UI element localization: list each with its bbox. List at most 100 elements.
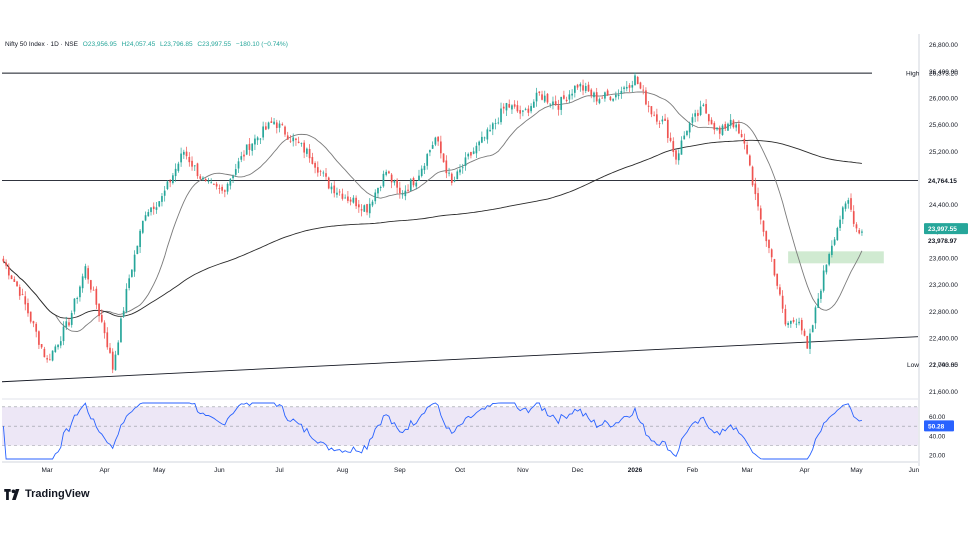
candle-body (308, 148, 311, 159)
candle-body (377, 187, 379, 194)
candle-body (49, 359, 51, 361)
candle (497, 117, 500, 125)
candle (355, 195, 357, 209)
candle-body (396, 179, 398, 188)
candle-body (691, 117, 694, 123)
candle (790, 320, 792, 328)
price-axis[interactable]: 21,600.0022,000.0022,400.0022,800.0023,2… (906, 34, 968, 466)
candle (177, 161, 180, 173)
candle (625, 81, 628, 92)
candle-body (240, 156, 243, 160)
time-tick-label: Oct (455, 467, 465, 474)
demand-zone[interactable] (788, 251, 884, 264)
candle-body (114, 354, 117, 371)
rsi-value-tag[interactable]: 50.28 (924, 420, 954, 432)
candle (481, 131, 483, 144)
candle (5, 259, 7, 270)
symbol-label: Nifty 50 Index · 1D · NSE (5, 41, 79, 48)
candle (727, 122, 729, 131)
candle-body (647, 105, 650, 107)
candle (43, 346, 46, 358)
demand-zone-box[interactable] (788, 251, 884, 264)
candle-body (754, 183, 757, 195)
candle (284, 125, 286, 137)
candle (798, 317, 800, 326)
candle-body (229, 178, 232, 186)
price-tick-label: 25,600.00 (929, 122, 958, 129)
candle-body (524, 108, 527, 110)
candle-body (423, 165, 426, 171)
candle-body (202, 177, 204, 180)
candle-body (125, 288, 128, 312)
candle-body (831, 245, 833, 255)
candle-body (415, 182, 418, 187)
last-price-tag[interactable]: 23,997.55 (924, 223, 968, 235)
candle (79, 285, 81, 302)
candle-body (24, 296, 27, 305)
tradingview-brand[interactable]: TradingView (4, 488, 90, 500)
candle (232, 174, 234, 183)
price-tick-label: 25,200.00 (929, 149, 958, 156)
candle-body (35, 323, 38, 332)
close-value: C23,997.55 (197, 41, 231, 48)
candle-body (81, 276, 84, 289)
moving-average-slow (3, 139, 862, 319)
candle (248, 138, 251, 156)
candle-body (623, 87, 625, 90)
candle-body (388, 171, 390, 174)
candle (601, 96, 604, 99)
candle-body (464, 157, 467, 166)
candle (636, 75, 639, 85)
candle (841, 205, 844, 224)
price-tick-label: 23,600.00 (929, 256, 958, 263)
candle (234, 163, 237, 177)
price-chart[interactable]: 21,600.0022,000.0022,400.0022,800.0023,2… (0, 0, 974, 548)
candle-body (825, 264, 828, 273)
candle-body (724, 124, 727, 129)
time-tick-label: Mar (42, 467, 54, 474)
candle (341, 188, 344, 201)
candle-body (322, 172, 325, 174)
candle (180, 147, 182, 167)
candle (445, 155, 448, 179)
candle (565, 96, 568, 103)
candle-body (40, 344, 43, 348)
candle (385, 169, 388, 177)
candle (546, 92, 549, 105)
candle (371, 199, 374, 208)
candle-body (806, 335, 809, 349)
candle (374, 189, 377, 205)
candle-body (522, 110, 524, 112)
support-trendline[interactable] (1, 336, 919, 383)
candle (98, 303, 100, 322)
candle (429, 149, 431, 157)
candle (754, 177, 757, 201)
candle-body (314, 162, 316, 168)
level-price-tag[interactable]: 24,764.15 (924, 174, 968, 186)
candle-body (131, 269, 133, 277)
candle-body (497, 122, 500, 124)
candle-body (746, 144, 748, 154)
candle (35, 322, 38, 338)
candle-body (442, 153, 445, 163)
candle (81, 273, 84, 293)
candle-body (776, 273, 779, 286)
ma-price-tag[interactable]: 23,978.97 (924, 235, 968, 247)
candle (440, 135, 442, 159)
candle-body (612, 98, 614, 101)
candle (267, 121, 270, 130)
trendline[interactable] (1, 336, 919, 383)
candle-body (368, 203, 371, 214)
time-axis[interactable]: Mar Apr May Jun Jul Aug Sep Oct Nov Dec 2026 Feb Mar… (2, 461, 920, 474)
candle (125, 283, 128, 314)
candle (87, 265, 89, 284)
candle (122, 307, 125, 319)
candle (90, 279, 92, 293)
candle-body (781, 295, 784, 309)
candle (51, 350, 54, 362)
candle (297, 136, 300, 144)
candle-body (677, 153, 680, 161)
candle-body (844, 203, 847, 209)
candle (120, 317, 122, 343)
candle (705, 99, 707, 115)
